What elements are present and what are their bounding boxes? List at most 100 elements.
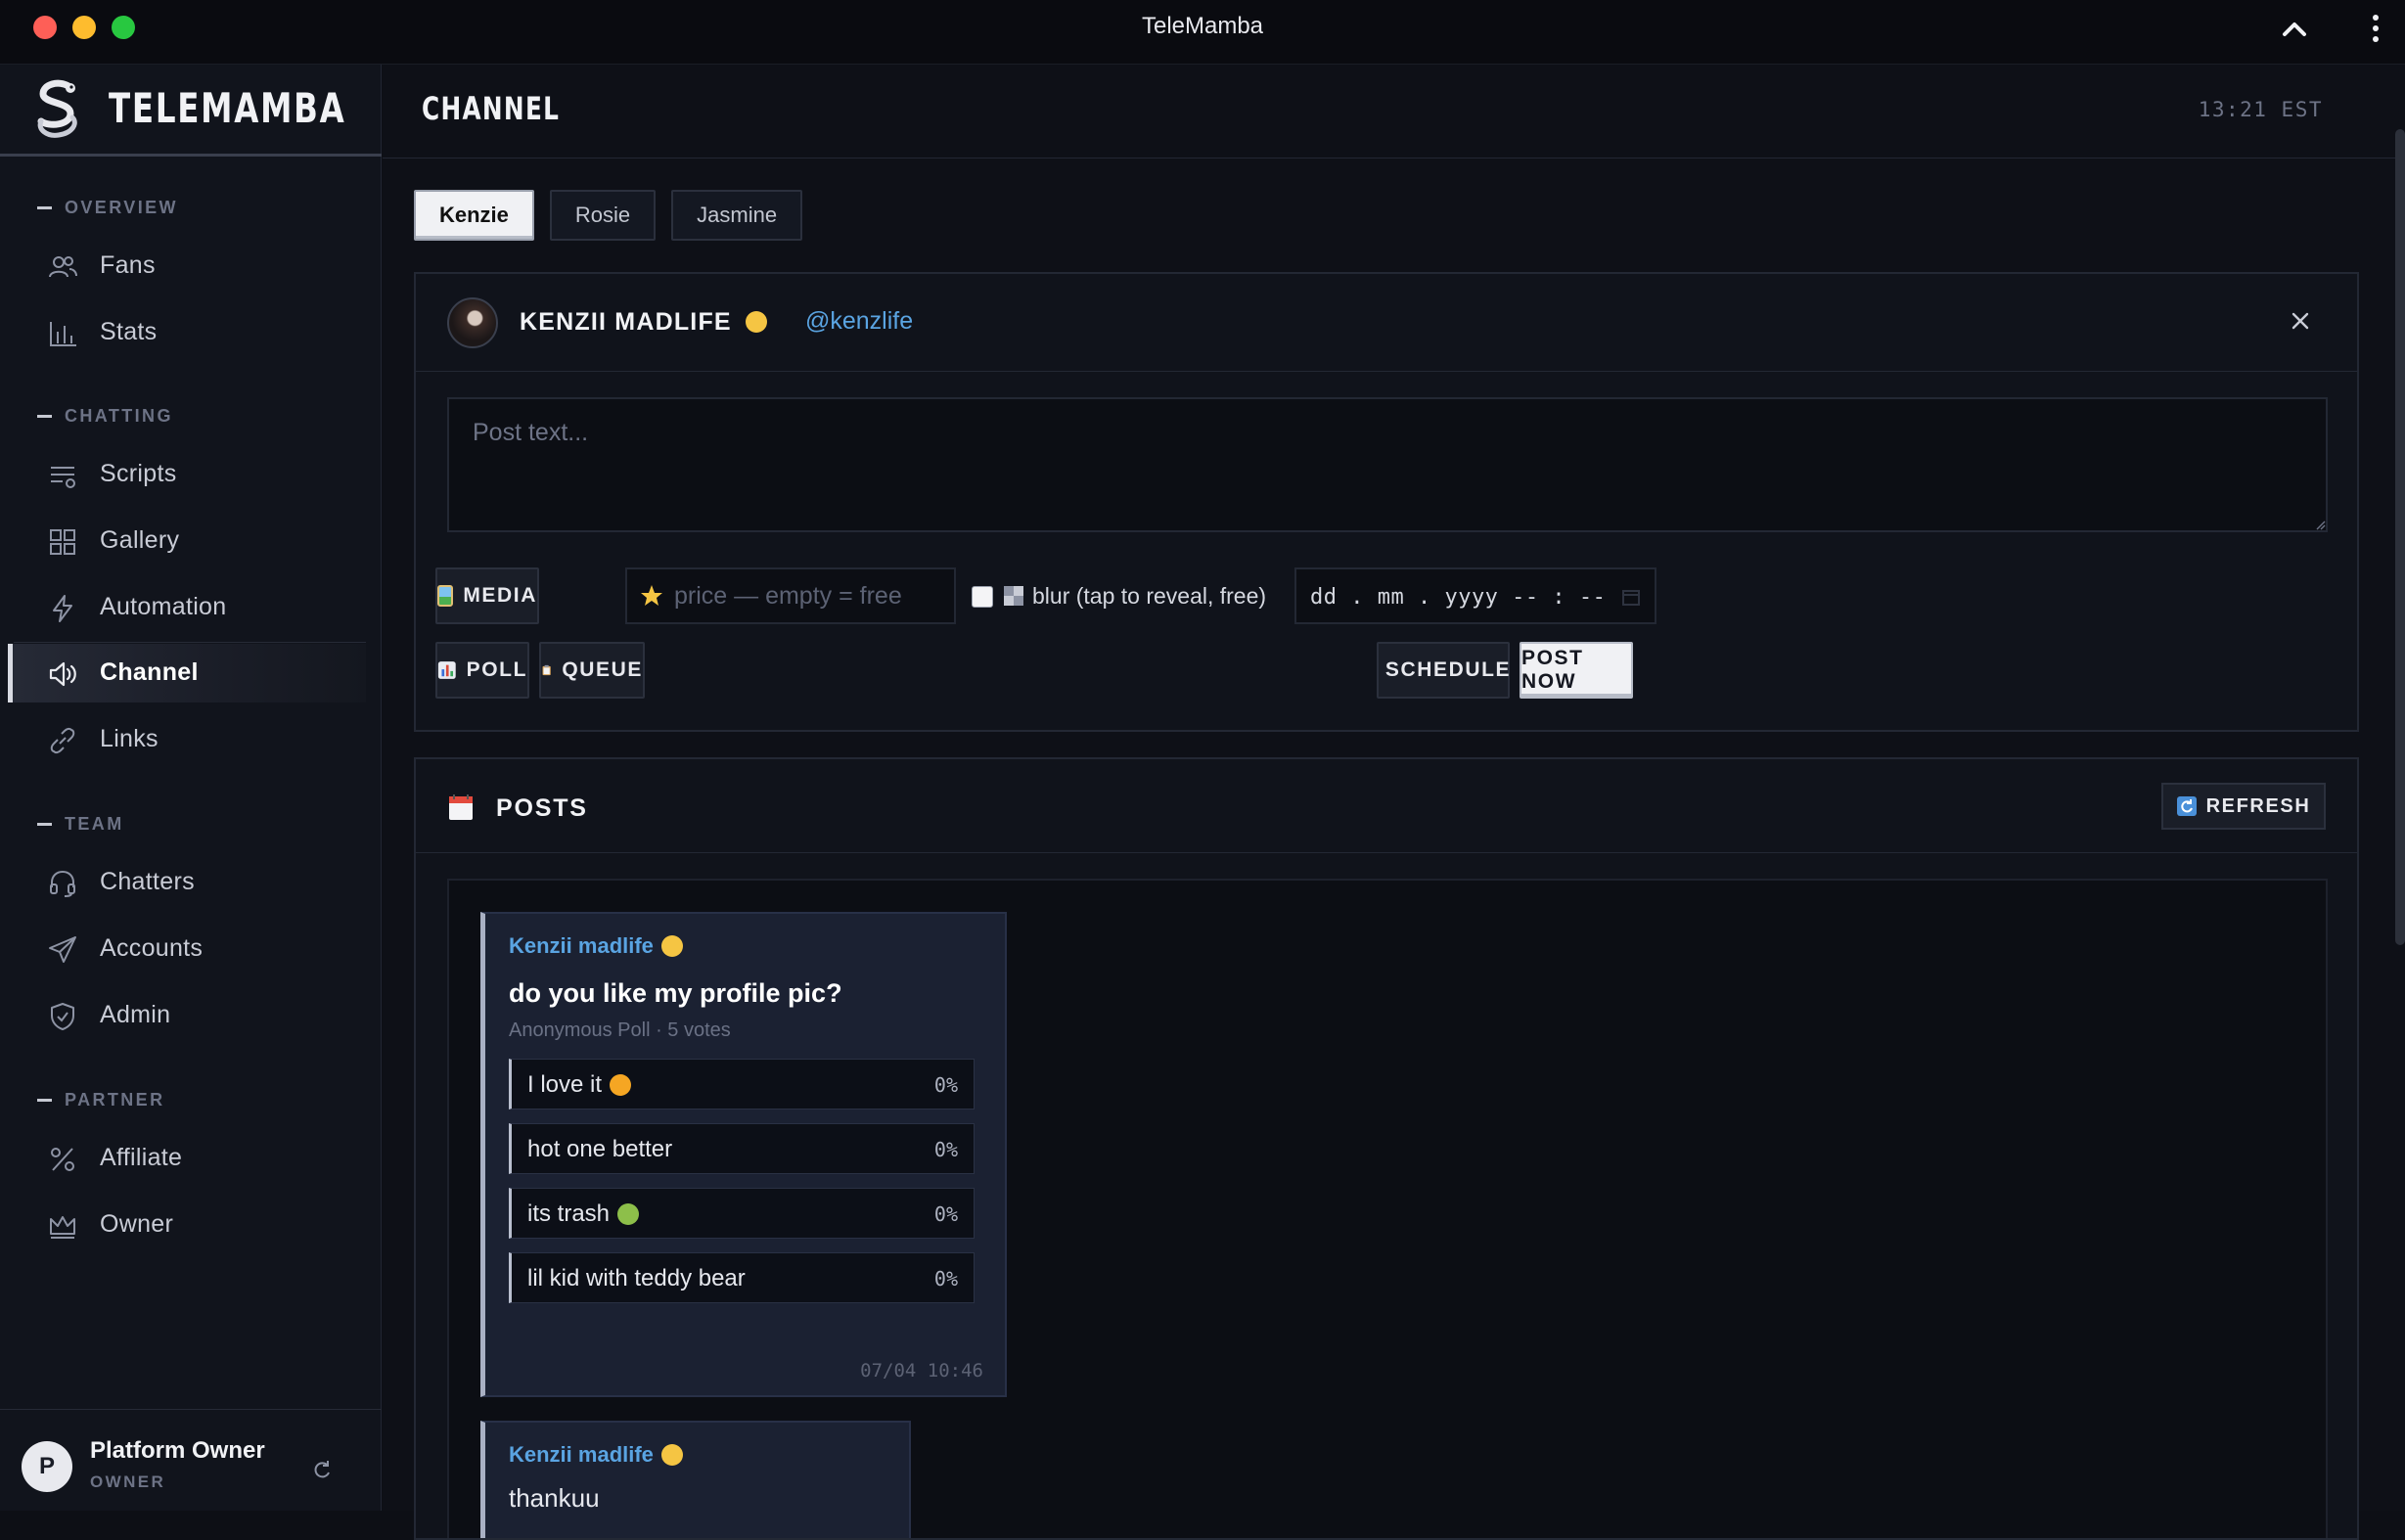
schedule-button[interactable]: SCHEDULE bbox=[1377, 642, 1510, 699]
avatar: P bbox=[22, 1441, 72, 1492]
send-icon bbox=[49, 936, 76, 963]
posts-feed[interactable]: Kenzii madlife do you like my profile pi… bbox=[447, 879, 2328, 1538]
sidebar-item-scripts[interactable]: Scripts bbox=[8, 445, 366, 504]
link-icon bbox=[50, 727, 75, 754]
blur-checkbox[interactable] bbox=[972, 586, 993, 608]
poll-option-label: I love it bbox=[527, 1071, 632, 1099]
refresh-button[interactable]: REFRESH bbox=[2161, 783, 2326, 830]
schedule-datetime-input[interactable]: dd . mm . yyyy -- : -- bbox=[1294, 567, 1656, 624]
sidebar-item-label: Accounts bbox=[100, 934, 204, 962]
window-title: TeleMamba bbox=[1141, 13, 1264, 39]
grid-icon bbox=[50, 529, 75, 555]
snake-logo-icon bbox=[37, 79, 77, 138]
main-scrollbar[interactable] bbox=[2395, 129, 2405, 945]
sidebar-item-admin[interactable]: Admin bbox=[8, 986, 366, 1045]
calendar-icon bbox=[449, 794, 473, 820]
sidebar-item-gallery[interactable]: Gallery bbox=[8, 512, 366, 570]
headset-icon bbox=[50, 870, 75, 897]
post-text-input[interactable] bbox=[447, 397, 2328, 532]
star-icon bbox=[641, 585, 662, 606]
tab-jasmine[interactable]: Jasmine bbox=[671, 190, 803, 241]
sidebar-item-stats[interactable]: Stats bbox=[8, 303, 366, 362]
tongue-out-emoji-icon bbox=[660, 1444, 683, 1466]
sidebar-item-label: Admin bbox=[100, 1001, 171, 1028]
user-profile[interactable]: P Platform Owner OWNER bbox=[0, 1409, 382, 1511]
section-chatting[interactable]: CHATTING bbox=[37, 406, 173, 427]
poll-option-percent: 0% bbox=[933, 1267, 958, 1291]
calendar-icon[interactable] bbox=[1621, 587, 1641, 607]
tab-rosie[interactable]: Rosie bbox=[549, 190, 657, 241]
poll-option[interactable]: I love it 0% bbox=[509, 1059, 975, 1110]
button-label: MEDIA bbox=[463, 584, 537, 607]
post-card[interactable]: Kenzii madlife do you like my profile pi… bbox=[480, 912, 1007, 1397]
poll-option-percent: 0% bbox=[933, 1138, 958, 1161]
sidebar-item-label: Automation bbox=[100, 593, 227, 620]
poll-option[interactable]: hot one better 0% bbox=[509, 1123, 975, 1174]
posts-title: POSTS bbox=[496, 794, 588, 822]
smiling-hearts-emoji-icon bbox=[610, 1074, 632, 1096]
button-label: QUEUE bbox=[562, 658, 643, 681]
brand[interactable]: TELEMAMBA bbox=[0, 65, 382, 157]
close-icon[interactable] bbox=[2289, 309, 2312, 333]
poll-button[interactable]: POLL bbox=[435, 642, 529, 699]
collapse-dash-icon bbox=[37, 823, 52, 826]
user-role: OWNER bbox=[90, 1472, 166, 1491]
sidebar-item-accounts[interactable]: Accounts bbox=[8, 920, 366, 978]
sidebar-item-label: Links bbox=[100, 725, 159, 752]
post-author[interactable]: Kenzii madlife bbox=[509, 1442, 683, 1468]
section-overview[interactable]: OVERVIEW bbox=[37, 198, 178, 218]
refresh-icon[interactable] bbox=[311, 1459, 333, 1480]
post-now-button[interactable]: POST NOW bbox=[1520, 642, 1633, 699]
image-icon bbox=[437, 585, 454, 607]
price-input[interactable] bbox=[625, 567, 956, 624]
account-handle[interactable]: @kenzlife bbox=[805, 307, 913, 336]
sidebar-item-owner[interactable]: Owner bbox=[8, 1196, 366, 1254]
option-text: I love it bbox=[527, 1071, 603, 1098]
tongue-out-emoji-icon bbox=[745, 311, 767, 333]
sidebar-item-label: Fans bbox=[100, 251, 156, 279]
section-partner[interactable]: PARTNER bbox=[37, 1090, 164, 1110]
poll-option[interactable]: lil kid with teddy bear 0% bbox=[509, 1252, 975, 1303]
blur-label: blur (tap to reveal, free) bbox=[1032, 583, 1267, 609]
sidebar-item-label: Affiliate bbox=[100, 1144, 183, 1171]
window-titlebar: TeleMamba bbox=[0, 0, 2405, 65]
section-title: PARTNER bbox=[65, 1090, 165, 1110]
sidebar-item-links[interactable]: Links bbox=[8, 710, 366, 769]
section-team[interactable]: TEAM bbox=[37, 814, 124, 835]
queue-button[interactable]: QUEUE bbox=[539, 642, 645, 699]
sidebar-item-label: Chatters bbox=[100, 868, 195, 895]
post-composer: KENZII MADLIFE @kenzlife MEDIA blur (tap… bbox=[414, 272, 2359, 732]
author-name: Kenzii madlife bbox=[509, 1442, 654, 1467]
sidebar-item-channel[interactable]: Channel bbox=[8, 644, 366, 702]
poll-option-label: hot one better bbox=[527, 1136, 672, 1163]
collapse-dash-icon bbox=[37, 206, 52, 209]
post-author[interactable]: Kenzii madlife bbox=[509, 933, 683, 959]
more-vertical-icon[interactable] bbox=[2370, 14, 2382, 43]
post-timestamp: 07/04 10:46 bbox=[860, 1360, 983, 1381]
divider bbox=[14, 642, 366, 643]
posts-header: POSTS REFRESH bbox=[416, 759, 2357, 853]
page-title: CHANNEL bbox=[422, 90, 561, 127]
chevron-up-icon[interactable] bbox=[2280, 16, 2309, 41]
sidebar-item-fans[interactable]: Fans bbox=[8, 237, 366, 295]
post-body: thankuu bbox=[509, 1483, 600, 1513]
sidebar: TELEMAMBA OVERVIEW Fans Stats CHATTING S… bbox=[0, 65, 382, 1511]
tab-kenzie[interactable]: Kenzie bbox=[414, 190, 534, 241]
brand-name: TELEMAMBA bbox=[109, 84, 346, 132]
poll-option[interactable]: its trash 0% bbox=[509, 1188, 975, 1239]
poll-option-label: its trash bbox=[527, 1200, 640, 1228]
poll-option-percent: 0% bbox=[933, 1073, 958, 1097]
sidebar-item-chatters[interactable]: Chatters bbox=[8, 853, 366, 912]
post-card[interactable]: Kenzii madlife thankuu bbox=[480, 1421, 911, 1538]
poll-meta: Anonymous Poll · 5 votes bbox=[509, 1019, 731, 1041]
sidebar-item-label: Gallery bbox=[100, 526, 180, 554]
button-label: SCHEDULE bbox=[1384, 658, 1512, 681]
percent-icon bbox=[51, 1148, 74, 1171]
resize-handle-icon[interactable] bbox=[2314, 519, 2326, 530]
option-text: its trash bbox=[527, 1200, 611, 1227]
refresh-icon bbox=[2176, 796, 2197, 816]
sidebar-item-automation[interactable]: Automation bbox=[8, 578, 366, 637]
media-button[interactable]: MEDIA bbox=[435, 567, 539, 624]
tongue-out-emoji-icon bbox=[660, 935, 683, 957]
sidebar-item-affiliate[interactable]: Affiliate bbox=[8, 1129, 366, 1188]
